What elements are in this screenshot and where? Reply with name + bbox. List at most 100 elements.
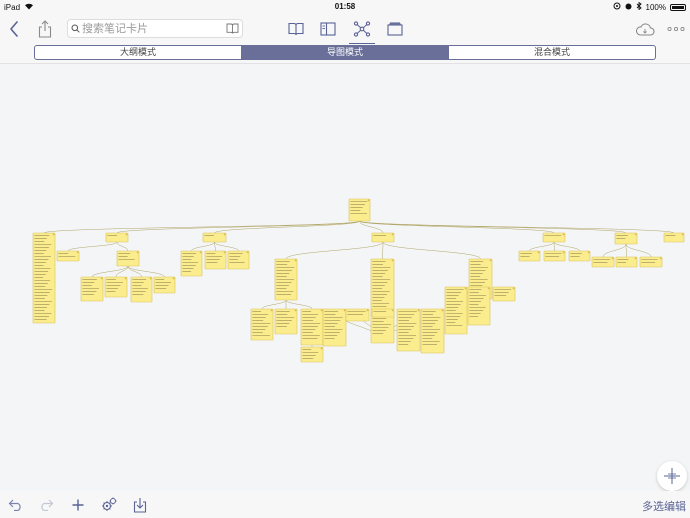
note-card[interactable] bbox=[300, 346, 324, 363]
mindmap-mode-tab[interactable]: 导图模式 bbox=[241, 46, 448, 59]
card-body bbox=[202, 232, 227, 243]
card-corner-icon bbox=[562, 251, 565, 254]
card-corner-icon bbox=[391, 259, 394, 262]
note-card[interactable] bbox=[371, 232, 395, 243]
note-card[interactable] bbox=[615, 256, 638, 268]
mindmap-icon bbox=[353, 20, 371, 37]
connector-line bbox=[127, 265, 165, 278]
export-button[interactable] bbox=[131, 495, 149, 515]
note-card[interactable] bbox=[204, 250, 227, 270]
note-card[interactable] bbox=[614, 232, 638, 245]
more-button[interactable] bbox=[666, 13, 686, 44]
redo-button[interactable] bbox=[37, 495, 55, 515]
card-body bbox=[518, 250, 541, 262]
note-card[interactable] bbox=[345, 308, 370, 322]
note-card[interactable] bbox=[370, 258, 395, 344]
outline-mode-tab[interactable]: 大纲模式 bbox=[35, 46, 241, 59]
note-card[interactable] bbox=[227, 250, 250, 270]
card-corner-icon bbox=[512, 287, 515, 290]
more-dots-icon bbox=[667, 26, 685, 31]
connector-line bbox=[625, 243, 652, 258]
note-card[interactable] bbox=[543, 250, 566, 262]
note-card[interactable] bbox=[371, 308, 395, 318]
focus-center-button[interactable] bbox=[657, 461, 687, 491]
card-body bbox=[543, 250, 566, 262]
card-corner-icon bbox=[320, 347, 323, 350]
connector-line bbox=[529, 241, 555, 252]
split-view-tab[interactable] bbox=[319, 13, 337, 44]
add-card-button[interactable] bbox=[69, 495, 87, 515]
back-button[interactable] bbox=[5, 13, 23, 44]
mixed-mode-tab[interactable]: 混合模式 bbox=[448, 46, 655, 59]
card-body bbox=[116, 250, 140, 267]
note-card[interactable] bbox=[250, 308, 274, 341]
note-card[interactable] bbox=[32, 232, 56, 324]
cloud-sync-button[interactable] bbox=[634, 13, 656, 44]
note-card[interactable] bbox=[130, 276, 153, 303]
card-body bbox=[420, 308, 445, 354]
card-corner-icon bbox=[125, 233, 128, 236]
card-corner-icon bbox=[149, 277, 152, 280]
book-view-tab[interactable] bbox=[287, 13, 305, 44]
note-card[interactable] bbox=[274, 308, 298, 335]
note-card[interactable] bbox=[420, 308, 445, 354]
bottom-toolbar: 多选编辑 bbox=[0, 491, 690, 518]
note-card[interactable] bbox=[396, 308, 421, 352]
note-card[interactable] bbox=[518, 250, 541, 262]
card-corner-icon bbox=[320, 309, 323, 312]
note-card[interactable] bbox=[542, 232, 566, 243]
note-card[interactable] bbox=[591, 256, 615, 268]
note-card[interactable] bbox=[492, 286, 516, 302]
note-card[interactable] bbox=[639, 256, 663, 268]
settings-button[interactable] bbox=[99, 495, 119, 515]
note-card[interactable] bbox=[180, 250, 203, 277]
mindmap-canvas[interactable] bbox=[0, 64, 690, 491]
cards-view-tab[interactable] bbox=[386, 13, 404, 44]
multi-select-edit-button[interactable]: 多选编辑 bbox=[642, 498, 686, 514]
note-card[interactable] bbox=[274, 258, 298, 301]
card-body bbox=[345, 308, 370, 322]
undo-button[interactable] bbox=[7, 495, 25, 515]
mindmap-tab[interactable] bbox=[351, 13, 373, 44]
note-card[interactable] bbox=[153, 276, 176, 294]
card-corner-icon bbox=[391, 309, 394, 312]
cloud-icon bbox=[635, 22, 655, 36]
battery-percent: 100% bbox=[645, 2, 666, 12]
note-card[interactable] bbox=[105, 232, 129, 243]
card-corner-icon bbox=[294, 259, 297, 262]
card-body bbox=[80, 276, 104, 302]
battery-icon bbox=[670, 3, 686, 11]
card-corner-icon bbox=[343, 309, 346, 312]
card-corner-icon bbox=[487, 287, 490, 290]
note-card[interactable] bbox=[568, 250, 591, 262]
note-card[interactable] bbox=[104, 276, 128, 298]
location-icon bbox=[613, 2, 621, 12]
note-card[interactable] bbox=[80, 276, 104, 302]
card-corner-icon bbox=[76, 251, 79, 254]
note-card[interactable] bbox=[322, 308, 347, 347]
crosshair-icon bbox=[664, 468, 680, 484]
search-box[interactable] bbox=[67, 19, 243, 38]
connector-line bbox=[602, 243, 627, 258]
card-corner-icon bbox=[464, 287, 467, 290]
share-button[interactable] bbox=[35, 13, 55, 44]
note-card[interactable] bbox=[116, 250, 140, 267]
card-body bbox=[130, 276, 153, 303]
chevron-left-icon bbox=[10, 20, 18, 37]
note-card[interactable] bbox=[444, 286, 468, 335]
note-card[interactable] bbox=[300, 308, 324, 346]
gears-icon bbox=[102, 497, 117, 511]
search-input[interactable] bbox=[82, 21, 222, 36]
connector-line bbox=[261, 299, 287, 310]
note-card[interactable] bbox=[467, 286, 491, 326]
note-card[interactable] bbox=[348, 198, 371, 222]
card-corner-icon bbox=[52, 233, 55, 236]
note-card[interactable] bbox=[663, 232, 685, 243]
view-mode-segmented-control: 大纲模式 导图模式 混合模式 bbox=[34, 45, 656, 60]
card-corner-icon bbox=[681, 233, 684, 236]
split-panel-icon bbox=[320, 21, 336, 36]
card-body bbox=[542, 232, 566, 243]
note-card[interactable] bbox=[56, 250, 80, 262]
note-card[interactable] bbox=[202, 232, 227, 243]
book-icon[interactable] bbox=[226, 23, 239, 34]
